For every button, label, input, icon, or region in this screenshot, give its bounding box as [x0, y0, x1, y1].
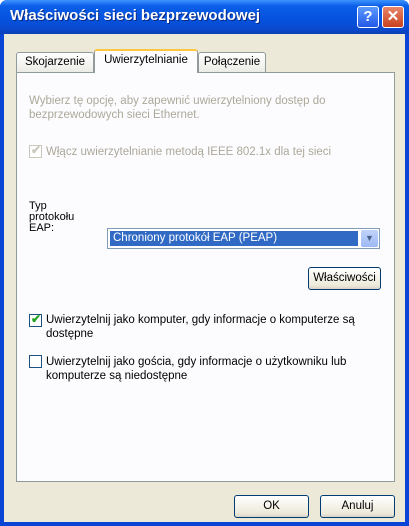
- checkmark-icon: ✔: [31, 143, 42, 157]
- window-title: Właściwości sieci bezprzewodowej: [10, 7, 261, 24]
- eap-type-selected-value: Chroniony protokół EAP (PEAP): [110, 231, 358, 246]
- auth-as-guest-checkbox[interactable]: [29, 355, 42, 368]
- help-button[interactable]: ?: [357, 6, 379, 28]
- enable-8021x-checkbox[interactable]: ✔: [29, 143, 42, 158]
- properties-button[interactable]: Właściwości: [308, 267, 381, 290]
- tab-association[interactable]: Skojarzenie: [16, 52, 94, 72]
- eap-type-label: Typ protokołu EAP:: [29, 200, 75, 234]
- auth-as-computer-label: Uwierzytelnij jako komputer, gdy informa…: [46, 314, 355, 340]
- description-text: Wybierz tę opcję, aby zapewnić uwierzyte…: [29, 95, 326, 121]
- enable-8021x-label: Włącz uwierzytelnianie metodą IEEE 802.1…: [46, 146, 332, 158]
- title-bar[interactable]: Właściwości sieci bezprzewodowej ? ✕: [0, 0, 409, 34]
- chevron-down-icon[interactable]: ▼: [361, 230, 378, 247]
- tab-panel-authentication: Wybierz tę opcję, aby zapewnić uwierzyte…: [16, 72, 395, 482]
- eap-type-select[interactable]: Chroniony protokół EAP (PEAP) ▼: [107, 228, 380, 249]
- close-button[interactable]: ✕: [382, 6, 404, 28]
- checkmark-icon: ✔: [31, 312, 42, 326]
- cancel-button[interactable]: Anuluj: [320, 495, 395, 518]
- dialog-window: Właściwości sieci bezprzewodowej ? ✕ Sko…: [0, 0, 409, 526]
- tab-connection[interactable]: Połączenie: [198, 52, 266, 72]
- auth-as-guest-label: Uwierzytelnij jako gościa, gdy informacj…: [46, 356, 347, 382]
- dialog-client: Skojarzenie Uwierzytelnianie Połączenie …: [4, 34, 405, 522]
- ok-button[interactable]: OK: [234, 495, 309, 518]
- tab-authentication[interactable]: Uwierzytelnianie: [94, 49, 198, 73]
- auth-as-computer-checkbox[interactable]: ✔: [29, 312, 42, 327]
